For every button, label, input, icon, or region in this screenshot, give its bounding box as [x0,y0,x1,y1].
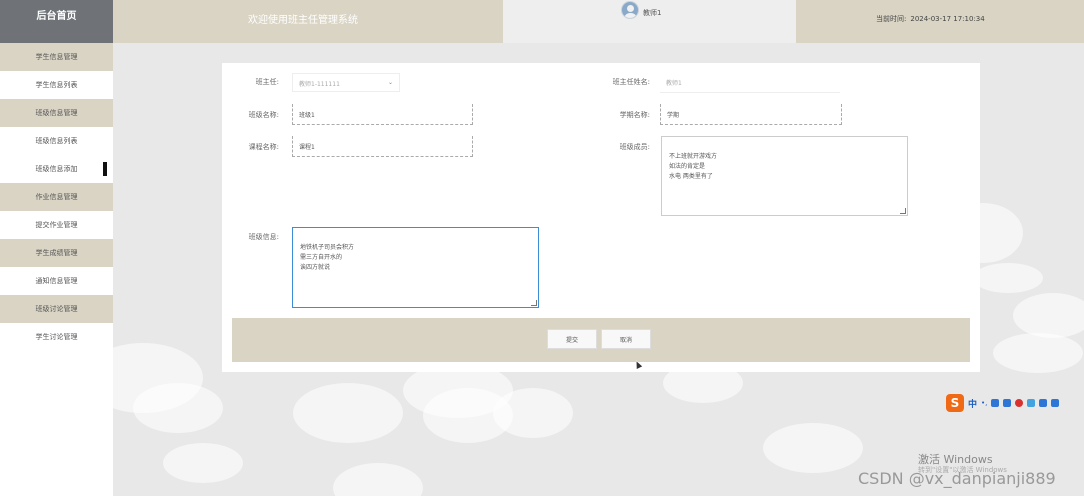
avatar[interactable] [621,1,639,19]
members-textarea[interactable]: 不上班就开游戏方 如法的肯定是 水电 两类里有了 [661,136,908,216]
resize-grip-icon[interactable] [900,208,906,214]
keyboard-icon[interactable] [1003,399,1012,407]
sidebar-item-notices[interactable]: 通知信息管理 [0,267,113,295]
skin-icon[interactable] [1015,399,1024,407]
semester-field[interactable]: 学期 [660,104,842,125]
members-text: 不上班就开游戏方 如法的肯定是 水电 两类里有了 [669,153,718,180]
sidebar-item-student-list[interactable]: 学生信息列表 [0,71,113,99]
time-label: 当前时间: [876,14,907,23]
teacher-name-field[interactable]: 教师1 [660,72,840,93]
sidebar-item-submit-homework[interactable]: 提交作业管理 [0,211,113,239]
submit-button[interactable]: 提交 [547,329,597,349]
sidebar: 学生信息管理 学生信息列表 班级信息管理 班级信息列表 班级信息添加 作业信息管… [0,43,113,496]
sidebar-item-homework-info[interactable]: 作业信息管理 [0,183,113,211]
ime-toolbar[interactable]: S 中 •, [946,393,1060,413]
teacher-select[interactable]: 教师1-111111 ⌄ [292,73,400,92]
sidebar-item-student-info[interactable]: 学生信息管理 [0,43,113,71]
class-name-label: 班级名称: [248,111,279,119]
members-label: 班级成员: [619,143,650,151]
teacher-select-value: 教师1-111111 [299,81,340,88]
emoji-icon[interactable] [1027,399,1036,407]
current-time: 当前时间: 2024-03-17 17:10:34 [796,0,1084,43]
sidebar-item-class-discussion[interactable]: 班级讨论管理 [0,295,113,323]
info-text: 地铁机子司员会积方 需三方自开水的 诶四方就说 [300,244,355,271]
sogou-logo-icon[interactable]: S [946,394,964,412]
teacher-name-label: 班主任姓名: [612,78,650,86]
form-panel: 班主任: 教师1-111111 ⌄ 班主任姓名: 教师1 班级名称: 班级1 学… [222,63,980,372]
sidebar-item-grades[interactable]: 学生成绩管理 [0,239,113,267]
sidebar-item-student-discussion[interactable]: 学生讨论管理 [0,323,113,351]
class-name-field[interactable]: 班级1 [292,104,473,125]
course-label: 课程名称: [248,143,279,151]
teacher-label: 班主任: [255,78,279,86]
button-bar: 提交 取消 [232,318,970,362]
sidebar-item-class-add[interactable]: 班级信息添加 [0,155,113,183]
info-label: 班级信息: [248,233,279,241]
sidebar-item-class-info[interactable]: 班级信息管理 [0,99,113,127]
username[interactable]: 教师1 [643,8,661,18]
csdn-watermark: CSDN @vx_danpianji889 [858,469,1056,488]
ime-punct-toggle[interactable]: •, [981,399,987,407]
user-area[interactable]: 教师1 [503,0,796,43]
cancel-button[interactable]: 取消 [601,329,651,349]
tools-grid-icon[interactable] [1039,399,1048,407]
ime-mode-toggle[interactable]: 中 [968,397,977,410]
course-field[interactable]: 课程1 [292,136,473,157]
microphone-icon[interactable] [991,399,1000,407]
time-value: 2024-03-17 17:10:34 [910,14,985,23]
semester-label: 学期名称: [619,111,650,119]
sidebar-item-class-list[interactable]: 班级信息列表 [0,127,113,155]
info-textarea[interactable]: 地铁机子司员会积方 需三方自开水的 诶四方就说 [292,227,539,308]
chevron-down-icon: ⌄ [387,79,393,86]
settings-icon[interactable] [1051,399,1060,407]
resize-grip-icon[interactable] [531,300,537,306]
home-title[interactable]: 后台首页 [0,0,113,43]
welcome-banner: 欢迎使用班主任管理系统 [113,0,503,43]
